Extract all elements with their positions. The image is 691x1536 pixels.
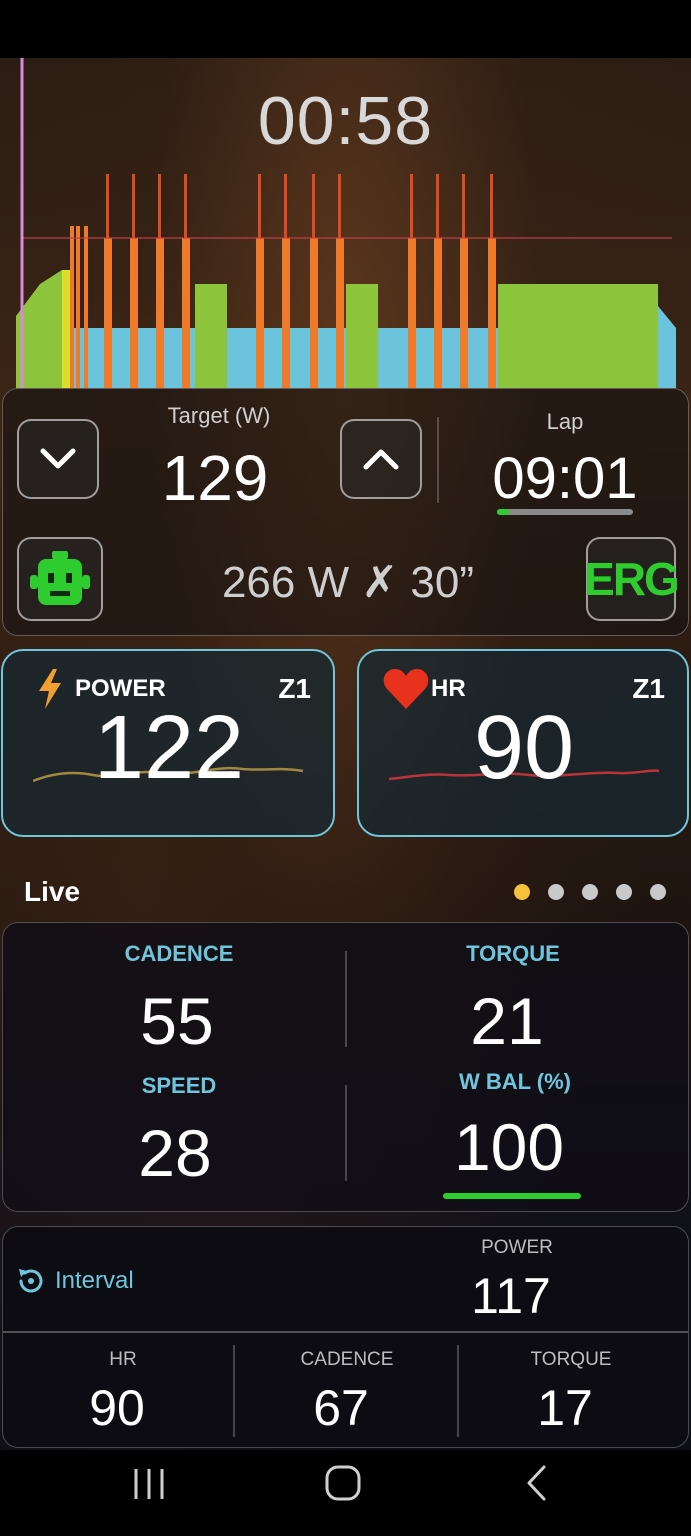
chart-interval-bar	[182, 238, 190, 388]
lap-time: 09:01	[492, 446, 638, 511]
interval-power-label: POWER	[481, 1237, 553, 1258]
page-indicator[interactable]	[514, 884, 666, 900]
page-dot[interactable]	[582, 884, 598, 900]
chevron-down-icon	[40, 448, 76, 469]
interval-label: Interval	[55, 1267, 134, 1294]
live-section-title: Live	[24, 876, 81, 907]
chart-interval-bar	[256, 238, 264, 388]
wbal-progress-track	[443, 1193, 581, 1199]
interval-torque-value: 17	[537, 1380, 593, 1436]
wbal-progress-fill	[443, 1193, 581, 1199]
recent-apps-icon[interactable]	[130, 1466, 170, 1502]
system-nav-bar	[0, 1450, 691, 1536]
chart-interval-bar	[84, 226, 88, 388]
cadence-value: 55	[140, 984, 214, 1058]
chart-interval-bar	[282, 238, 290, 388]
wbal-label: W BAL (%)	[458, 1069, 572, 1094]
interval-panel: Interval POWER 117 HR 90 CADENCE 67 TORQ…	[2, 1226, 689, 1448]
wbal-value: 100	[453, 1110, 565, 1184]
chart-block-endurance	[195, 284, 227, 388]
chart-interval-bar	[488, 238, 496, 388]
chart-block-cooldown	[658, 306, 676, 388]
history-icon	[19, 1269, 43, 1293]
power-card[interactable]: POWER Z1 122	[1, 649, 335, 837]
chart-interval-bar	[460, 238, 468, 388]
interval-power-value: 117	[471, 1268, 551, 1324]
chart-interval-bar	[408, 238, 416, 388]
chevron-up-icon	[363, 449, 399, 470]
page-dot[interactable]	[548, 884, 564, 900]
chart-interval-bar	[434, 238, 442, 388]
speed-label: SPEED	[141, 1073, 217, 1098]
target-label: Target (W)	[167, 403, 271, 428]
lap-label: Lap	[546, 409, 584, 434]
stats-divider-top	[345, 951, 347, 1047]
interval-cadence-value: 67	[313, 1380, 369, 1436]
live-stats-panel: CADENCE 55 TORQUE 21 SPEED 28 W BAL (%) …	[2, 922, 689, 1212]
target-value: 129	[161, 442, 269, 514]
robot-icon	[30, 551, 90, 605]
interval-divider-1	[233, 1345, 235, 1437]
torque-label: TORQUE	[466, 941, 560, 966]
interval-row-divider	[3, 1331, 688, 1333]
page-dot[interactable]	[616, 884, 632, 900]
page-dot[interactable]	[514, 884, 530, 900]
interval-cadence-label: CADENCE	[300, 1349, 394, 1370]
decrease-target-button[interactable]	[17, 419, 99, 499]
increase-target-button[interactable]	[340, 419, 422, 499]
control-panel: Target (W) 129 Lap 09:01 266 W ✗ 30” ERG	[2, 388, 689, 636]
interval-summary: 266 W ✗ 30”	[221, 558, 475, 607]
page-dot[interactable]	[650, 884, 666, 900]
chart-interval-bar	[104, 238, 112, 388]
chart-block-endurance	[346, 284, 378, 388]
lap-progress-track	[497, 509, 633, 515]
stats-divider-bottom	[345, 1085, 347, 1181]
chart-interval-bar	[70, 226, 74, 388]
interval-torque-label: TORQUE	[530, 1349, 612, 1370]
power-value: 122	[93, 698, 245, 798]
status-bar	[0, 0, 691, 58]
chart-block-endurance	[498, 284, 658, 388]
lap-progress-fill	[497, 509, 510, 515]
cadence-label: CADENCE	[124, 941, 234, 966]
auto-mode-button[interactable]	[17, 537, 103, 621]
chart-interval-bar	[156, 238, 164, 388]
speed-value: 28	[138, 1116, 212, 1190]
back-icon[interactable]	[522, 1464, 552, 1502]
interval-divider-2	[457, 1345, 459, 1437]
hr-value: 90	[473, 698, 575, 798]
interval-hr-label: HR	[109, 1349, 137, 1370]
chart-interval-bar	[310, 238, 318, 388]
control-divider	[437, 417, 439, 503]
chart-interval-bar	[336, 238, 344, 388]
chart-interval-bar	[76, 226, 80, 388]
chart-interval-bar	[130, 238, 138, 388]
interval-hr-value: 90	[89, 1380, 145, 1436]
erg-label: ERG	[584, 553, 680, 605]
erg-mode-button[interactable]: ERG	[584, 537, 680, 621]
hr-card[interactable]: HR Z1 90	[357, 649, 689, 837]
home-icon[interactable]	[324, 1464, 362, 1502]
workout-timer: 00:58	[257, 83, 434, 159]
torque-value: 21	[470, 984, 544, 1058]
